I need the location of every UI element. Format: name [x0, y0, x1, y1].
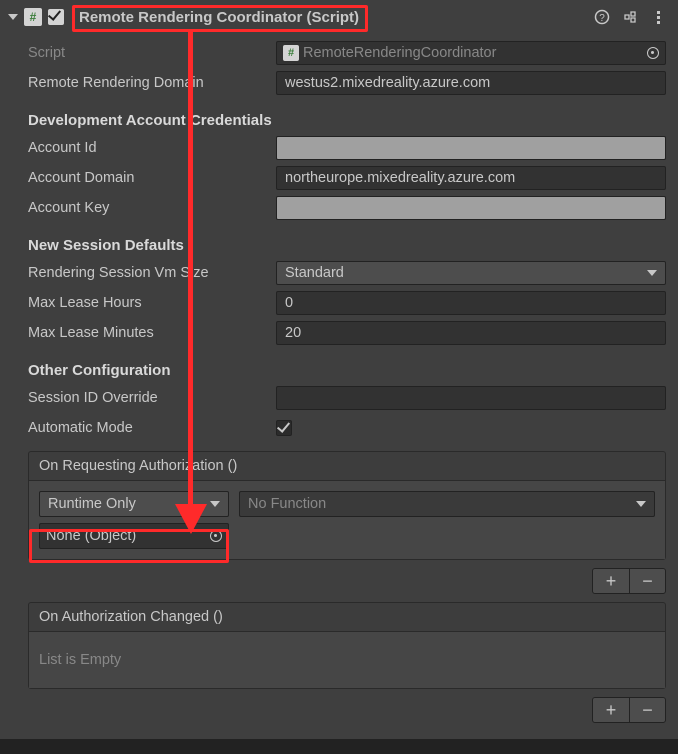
label-vm-size: Rendering Session Vm Size [28, 265, 276, 281]
label-session-id: Session ID Override [28, 390, 276, 406]
label-script: Script [28, 45, 276, 61]
dropdown-call-mode[interactable]: Runtime Only [39, 491, 229, 517]
label-account-domain: Account Domain [28, 170, 276, 186]
event-on-requesting-authorization: On Requesting Authorization () Runtime O… [28, 451, 666, 560]
menu-icon[interactable] [650, 9, 666, 25]
chevron-down-icon [636, 501, 646, 507]
event-title: On Requesting Authorization () [29, 452, 665, 481]
row-script: Script # RemoteRenderingCoordinator [28, 38, 666, 68]
dropdown-call-mode-value: Runtime Only [48, 496, 136, 512]
remove-listener-button[interactable]: − [629, 698, 665, 722]
chevron-down-icon [647, 270, 657, 276]
component-title: Remote Rendering Coordinator (Script) [72, 9, 594, 26]
row-account-domain: Account Domain northeurope.mixedreality.… [28, 163, 666, 193]
dropdown-function[interactable]: No Function [239, 491, 655, 517]
label-max-hours: Max Lease Hours [28, 295, 276, 311]
checkbox-container [276, 420, 666, 436]
event-list-buttons: + − [592, 697, 666, 723]
preset-icon[interactable] [622, 9, 638, 25]
input-account-key[interactable] [276, 196, 666, 220]
dropdown-function-value: No Function [248, 496, 326, 512]
input-max-mins[interactable]: 20 [276, 321, 666, 345]
row-session-id: Session ID Override [28, 383, 666, 413]
component-header[interactable]: # Remote Rendering Coordinator (Script) … [0, 0, 678, 34]
property-rows: Script # RemoteRenderingCoordinator Remo… [0, 34, 678, 443]
input-session-id[interactable] [276, 386, 666, 410]
foldout-toggle-icon[interactable] [8, 14, 18, 20]
header-icons: ? [594, 9, 670, 25]
help-icon[interactable]: ? [594, 9, 610, 25]
add-listener-button[interactable]: + [593, 698, 629, 722]
row-account-id: Account Id [28, 133, 666, 163]
event-on-authorization-changed: On Authorization Changed () List is Empt… [28, 602, 666, 689]
label-max-mins: Max Lease Minutes [28, 325, 276, 341]
dropdown-vm-value: Standard [285, 265, 344, 281]
script-icon: # [283, 45, 299, 61]
heading-credentials: Development Account Credentials [28, 98, 666, 133]
svg-text:?: ? [599, 13, 605, 24]
automatic-checkbox[interactable] [276, 420, 292, 436]
script-icon: # [24, 8, 42, 26]
input-account-domain[interactable]: northeurope.mixedreality.azure.com [276, 166, 666, 190]
remove-listener-button[interactable]: − [629, 569, 665, 593]
dropdown-vm-size[interactable]: Standard [276, 261, 666, 285]
enable-checkbox[interactable] [48, 9, 64, 25]
label-account-key: Account Key [28, 200, 276, 216]
highlight-title-box: Remote Rendering Coordinator (Script) [72, 5, 368, 32]
script-obj-name: RemoteRenderingCoordinator [303, 45, 496, 61]
inspector-panel: # Remote Rendering Coordinator (Script) … [0, 0, 678, 739]
input-max-hours[interactable]: 0 [276, 291, 666, 315]
row-max-hours: Max Lease Hours 0 [28, 288, 666, 318]
row-vm-size: Rendering Session Vm Size Standard [28, 258, 666, 288]
script-object-field[interactable]: # RemoteRenderingCoordinator [276, 41, 666, 65]
heading-session: New Session Defaults [28, 223, 666, 258]
row-automatic: Automatic Mode [28, 413, 666, 443]
input-account-id[interactable] [276, 136, 666, 160]
chevron-down-icon [210, 501, 220, 507]
event-target-value: None (Object) [46, 528, 136, 544]
label-account-id: Account Id [28, 140, 276, 156]
event-title: On Authorization Changed () [29, 603, 665, 632]
object-picker-icon[interactable] [647, 47, 659, 59]
input-domain[interactable]: westus2.mixedreality.azure.com [276, 71, 666, 95]
row-max-mins: Max Lease Minutes 20 [28, 318, 666, 348]
label-automatic: Automatic Mode [28, 420, 276, 436]
event-target-field[interactable]: None (Object) [39, 523, 229, 549]
event-list-buttons: + − [592, 568, 666, 594]
add-listener-button[interactable]: + [593, 569, 629, 593]
object-picker-icon[interactable] [210, 530, 222, 542]
event-empty-text: List is Empty [39, 652, 121, 668]
heading-other: Other Configuration [28, 348, 666, 383]
label-domain: Remote Rendering Domain [28, 75, 276, 91]
row-domain: Remote Rendering Domain westus2.mixedrea… [28, 68, 666, 98]
row-account-key: Account Key [28, 193, 666, 223]
